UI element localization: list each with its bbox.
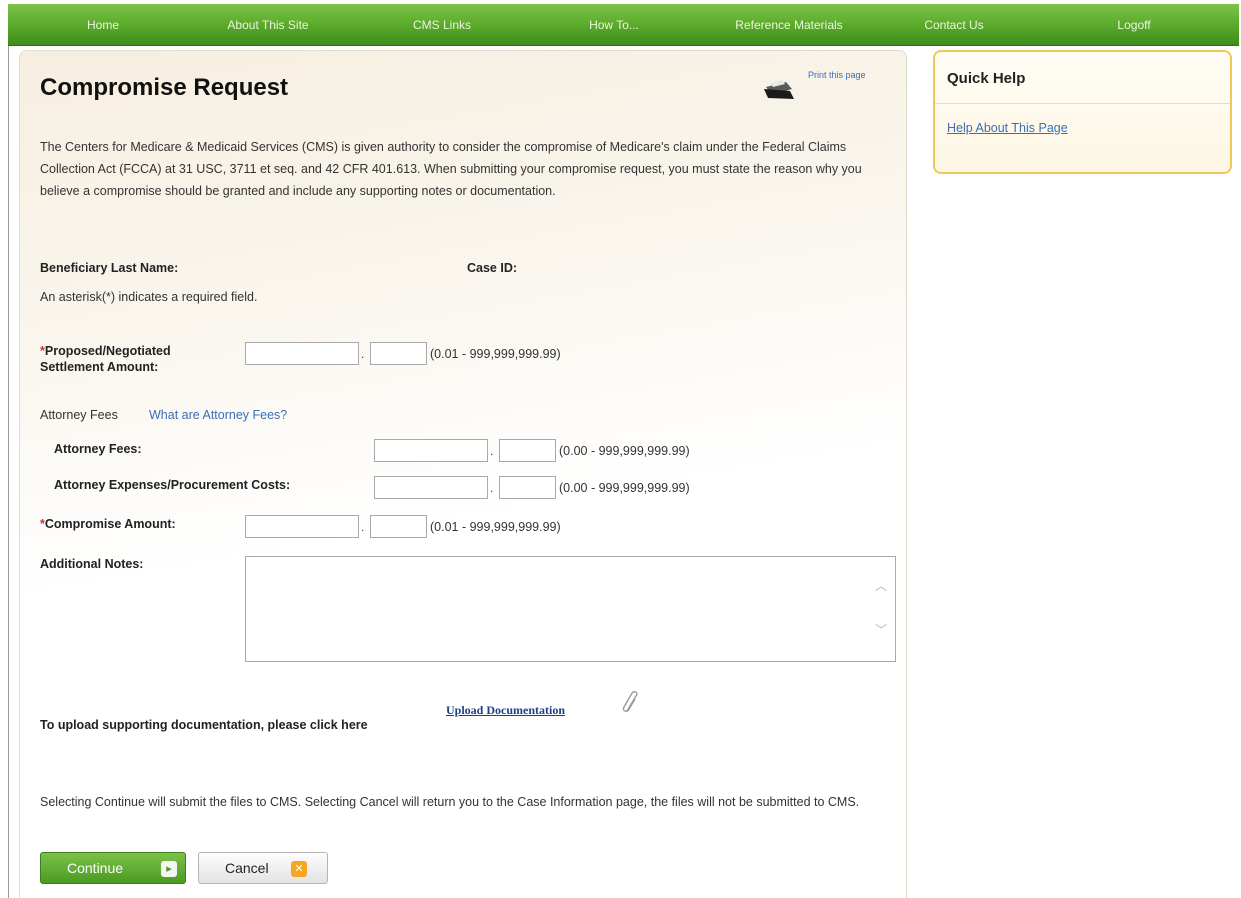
decimal-point: .	[361, 520, 365, 534]
attorney-expenses-dollars-input[interactable]	[374, 476, 488, 499]
proposed-amount-cents-input[interactable]	[370, 342, 427, 365]
help-about-this-page-link[interactable]: Help About This Page	[947, 121, 1068, 135]
compromise-amount-range: (0.01 - 999,999,999.99)	[430, 520, 561, 534]
printer-icon[interactable]	[760, 79, 798, 101]
compromise-amount-label-text: Compromise Amount:	[44, 517, 176, 531]
nav-logoff[interactable]: Logoff	[1117, 4, 1150, 46]
additional-notes-label: Additional Notes:	[40, 557, 144, 571]
scroll-up-icon[interactable]: ︿	[875, 577, 887, 594]
top-navigation-bar: Home About This Site CMS Links How To...…	[8, 4, 1239, 46]
page-left-border	[8, 46, 9, 898]
nav-contact-us[interactable]: Contact Us	[924, 4, 983, 46]
compromise-amount-dollars-input[interactable]	[245, 515, 359, 538]
cancel-button-label: Cancel	[225, 860, 269, 876]
arrow-right-icon: ▸	[161, 861, 177, 877]
proposed-settlement-label: *Proposed/Negotiated Settlement Amount:	[40, 343, 171, 375]
quick-help-title: Quick Help	[935, 52, 1230, 104]
what-are-attorney-fees-link[interactable]: What are Attorney Fees?	[149, 408, 287, 422]
continue-button[interactable]: Continue ▸	[40, 852, 186, 884]
attorney-expenses-range: (0.00 - 999,999,999.99)	[559, 481, 690, 495]
attorney-expenses-cents-input[interactable]	[499, 476, 556, 499]
quick-help-box: Quick Help Help About This Page	[933, 50, 1232, 174]
scroll-down-icon[interactable]: ﹀	[875, 621, 887, 638]
continue-button-label: Continue	[67, 860, 124, 876]
attorney-expenses-label: Attorney Expenses/Procurement Costs:	[54, 478, 291, 492]
nav-how-to[interactable]: How To...	[589, 4, 639, 46]
proposed-settlement-label-line1: Proposed/Negotiated	[44, 344, 171, 358]
upload-documentation-link[interactable]: Upload Documentation	[446, 703, 565, 718]
nav-about-this-site[interactable]: About This Site	[227, 4, 308, 46]
required-field-note: An asterisk(*) indicates a required fiel…	[40, 290, 258, 304]
additional-notes-textarea[interactable]	[245, 556, 896, 662]
nav-cms-links[interactable]: CMS Links	[413, 4, 471, 46]
beneficiary-last-name-label: Beneficiary Last Name:	[40, 261, 179, 275]
page-title: Compromise Request	[40, 74, 289, 101]
proposed-amount-range: (0.01 - 999,999,999.99)	[430, 347, 561, 361]
print-page-link[interactable]: Print this page	[808, 70, 866, 80]
close-icon: ✕	[291, 861, 307, 877]
nav-home[interactable]: Home	[87, 4, 119, 46]
compromise-request-panel: Compromise Request Print this page The C…	[19, 50, 907, 898]
attorney-fees-range: (0.00 - 999,999,999.99)	[559, 444, 690, 458]
compromise-amount-cents-input[interactable]	[370, 515, 427, 538]
nav-reference-materials[interactable]: Reference Materials	[735, 4, 842, 46]
submit-note: Selecting Continue will submit the files…	[40, 795, 860, 809]
decimal-point: .	[490, 444, 494, 458]
attorney-fees-cents-input[interactable]	[499, 439, 556, 462]
attorney-fees-section-label: Attorney Fees	[40, 408, 118, 422]
paperclip-icon	[622, 691, 638, 712]
upload-instruction: To upload supporting documentation, plea…	[40, 718, 368, 732]
proposed-amount-dollars-input[interactable]	[245, 342, 359, 365]
decimal-point: .	[490, 481, 494, 495]
case-id-label: Case ID:	[467, 261, 518, 275]
attorney-fees-dollars-input[interactable]	[374, 439, 488, 462]
proposed-settlement-label-line2: Settlement Amount:	[40, 360, 159, 374]
attorney-fees-label: Attorney Fees:	[54, 442, 142, 456]
cancel-button[interactable]: Cancel ✕	[198, 852, 328, 884]
intro-paragraph: The Centers for Medicare & Medicaid Serv…	[40, 140, 862, 198]
compromise-amount-label: *Compromise Amount:	[40, 517, 176, 531]
decimal-point: .	[361, 347, 365, 361]
